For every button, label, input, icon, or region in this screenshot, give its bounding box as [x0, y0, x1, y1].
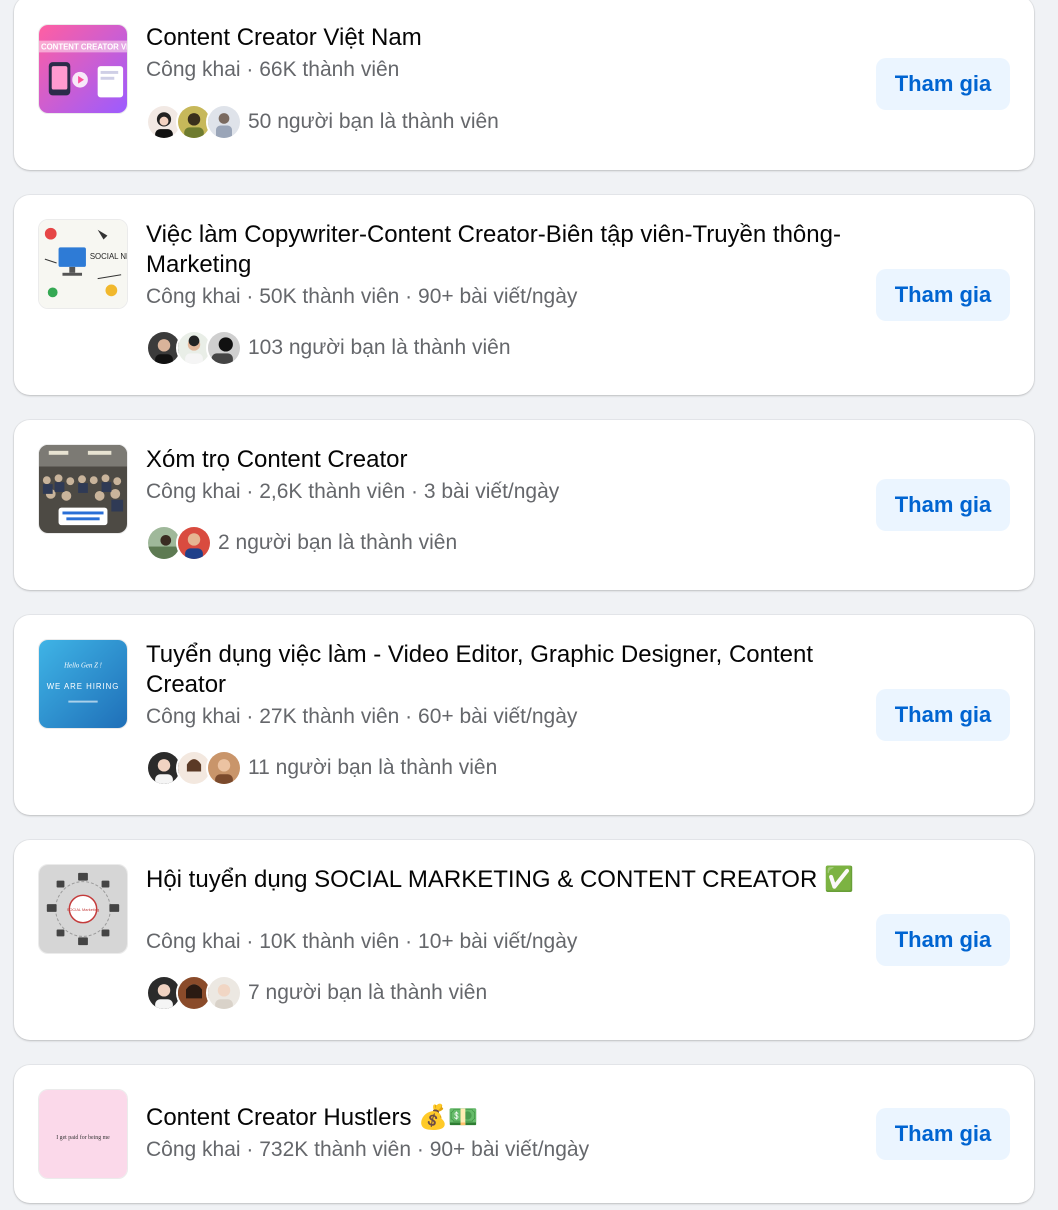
group-card[interactable]: CONTENT CREATOR VIỆT NAM Content Creator… [14, 0, 1034, 170]
join-button[interactable]: Tham gia [876, 269, 1010, 321]
group-member-count: 10K thành viên [259, 930, 400, 953]
group-card[interactable]: SOCIAL NETWORK Việc làm Copywriter-Conte… [14, 195, 1034, 395]
group-member-count: 2,6K thành viên [259, 480, 406, 503]
group-name[interactable]: Việc làm Copywriter-Content Creator-Biên… [146, 220, 856, 280]
group-name[interactable]: Content Creator Việt Nam [146, 23, 856, 53]
meta-separator: · [399, 285, 419, 308]
meta-separator: · [240, 285, 260, 308]
group-name[interactable]: Hội tuyển dụng SOCIAL MARKETING & CONTEN… [146, 865, 856, 895]
friend-avatars[interactable] [146, 750, 242, 786]
meta-separator: · [399, 705, 419, 728]
group-meta: Công khai · 27K thành viên · 60+ bài viế… [146, 703, 856, 731]
event-crowd-photo-thumbnail[interactable] [38, 444, 128, 534]
friend-avatars[interactable] [146, 975, 242, 1011]
meta-separator: · [240, 705, 260, 728]
meta-separator: · [240, 58, 260, 81]
thumb-greeting: Hello Gen Z ! [63, 662, 102, 669]
friends-count: 7 người bạn là thành viên [248, 981, 488, 1004]
group-post-rate: 60+ bài viết/ngày [418, 705, 578, 728]
meta-separator: · [399, 930, 419, 953]
avatar[interactable] [206, 975, 242, 1011]
group-privacy: Công khai [146, 285, 241, 308]
meta-separator: · [240, 480, 260, 503]
group-member-count: 732K thành viên [259, 1138, 412, 1161]
social-network-doodle-thumbnail[interactable]: SOCIAL NETWORK [38, 219, 128, 309]
join-button[interactable]: Tham gia [876, 914, 1010, 966]
group-privacy: Công khai [146, 1138, 241, 1161]
meta-separator: · [240, 1138, 260, 1161]
join-button[interactable]: Tham gia [876, 689, 1010, 741]
meta-separator: · [411, 1138, 430, 1161]
friend-avatars[interactable] [146, 104, 242, 140]
thumb-caption: I get paid for being me [56, 1134, 110, 1141]
content-creator-vietnam-thumbnail[interactable]: CONTENT CREATOR VIỆT NAM [38, 24, 128, 114]
group-card[interactable]: Xóm trọ Content Creator Công khai · 2,6K… [14, 420, 1034, 590]
group-card[interactable]: Hello Gen Z ! WE ARE HIRING Tuyển dụng v… [14, 615, 1034, 815]
group-member-count: 50K thành viên [259, 285, 400, 308]
group-member-count: 27K thành viên [259, 705, 400, 728]
friends-count: 2 người bạn là thành viên [218, 531, 458, 554]
friends-in-group[interactable]: 50 người bạn là thành viên [146, 104, 499, 140]
group-post-rate: 10+ bài viết/ngày [418, 930, 578, 953]
friends-in-group[interactable]: 11 người bạn là thành viên [146, 750, 497, 786]
thumb-caption: SOCIAL NETWORK [90, 252, 127, 261]
join-button[interactable]: Tham gia [876, 1108, 1010, 1160]
group-post-rate: 3 bài viết/ngày [423, 480, 560, 503]
group-suggestion-list: CONTENT CREATOR VIỆT NAM Content Creator… [0, 0, 1058, 1210]
pink-quote-thumbnail[interactable]: I get paid for being me [38, 1089, 128, 1179]
group-name[interactable]: Tuyển dụng việc làm - Video Editor, Grap… [146, 640, 856, 700]
we-are-hiring-thumbnail[interactable]: Hello Gen Z ! WE ARE HIRING [38, 639, 128, 729]
join-button[interactable]: Tham gia [876, 58, 1010, 110]
meta-separator: · [405, 480, 424, 503]
friend-avatars[interactable] [146, 525, 212, 561]
avatar[interactable] [206, 104, 242, 140]
group-privacy: Công khai [146, 705, 241, 728]
friends-in-group[interactable]: 7 người bạn là thành viên [146, 975, 487, 1011]
friend-avatars[interactable] [146, 330, 242, 366]
group-meta: Công khai · 66K thành viên [146, 56, 856, 84]
avatar[interactable] [176, 525, 212, 561]
group-post-rate: 90+ bài viết/ngày [429, 1138, 590, 1161]
friends-in-group[interactable]: 103 người bạn là thành viên [146, 330, 511, 366]
friends-count: 50 người bạn là thành viên [248, 110, 499, 133]
group-meta: Công khai · 10K thành viên · 10+ bài viế… [146, 928, 856, 956]
group-member-count: 66K thành viên [259, 58, 400, 81]
meta-separator: · [240, 930, 260, 953]
group-card[interactable]: SOCIAL Marketing Hội tuyển dụng SOCIAL M… [14, 840, 1034, 1040]
group-name[interactable]: Xóm trọ Content Creator [146, 445, 856, 475]
social-marketing-diagram-thumbnail[interactable]: SOCIAL Marketing [38, 864, 128, 954]
friends-count: 103 người bạn là thành viên [248, 336, 511, 359]
avatar[interactable] [206, 330, 242, 366]
thumb-caption: WE ARE HIRING [47, 682, 120, 691]
group-card[interactable]: I get paid for being me Content Creator … [14, 1065, 1034, 1203]
group-meta: Công khai · 2,6K thành viên · 3 bài viết… [146, 478, 856, 506]
thumb-caption: CONTENT CREATOR VIỆT NAM [41, 42, 127, 51]
group-meta: Công khai · 50K thành viên · 90+ bài viế… [146, 283, 856, 311]
friends-in-group[interactable]: 2 người bạn là thành viên [146, 525, 457, 561]
group-post-rate: 90+ bài viết/ngày [418, 285, 578, 308]
thumb-caption: SOCIAL Marketing [67, 907, 99, 912]
join-button[interactable]: Tham gia [876, 479, 1010, 531]
group-name[interactable]: Content Creator Hustlers 💰💵 [146, 1103, 856, 1133]
group-privacy: Công khai [146, 930, 241, 953]
group-privacy: Công khai [146, 58, 241, 81]
avatar[interactable] [206, 750, 242, 786]
friends-count: 11 người bạn là thành viên [248, 756, 498, 779]
group-privacy: Công khai [146, 480, 241, 503]
group-meta: Công khai · 732K thành viên · 90+ bài vi… [146, 1136, 856, 1164]
